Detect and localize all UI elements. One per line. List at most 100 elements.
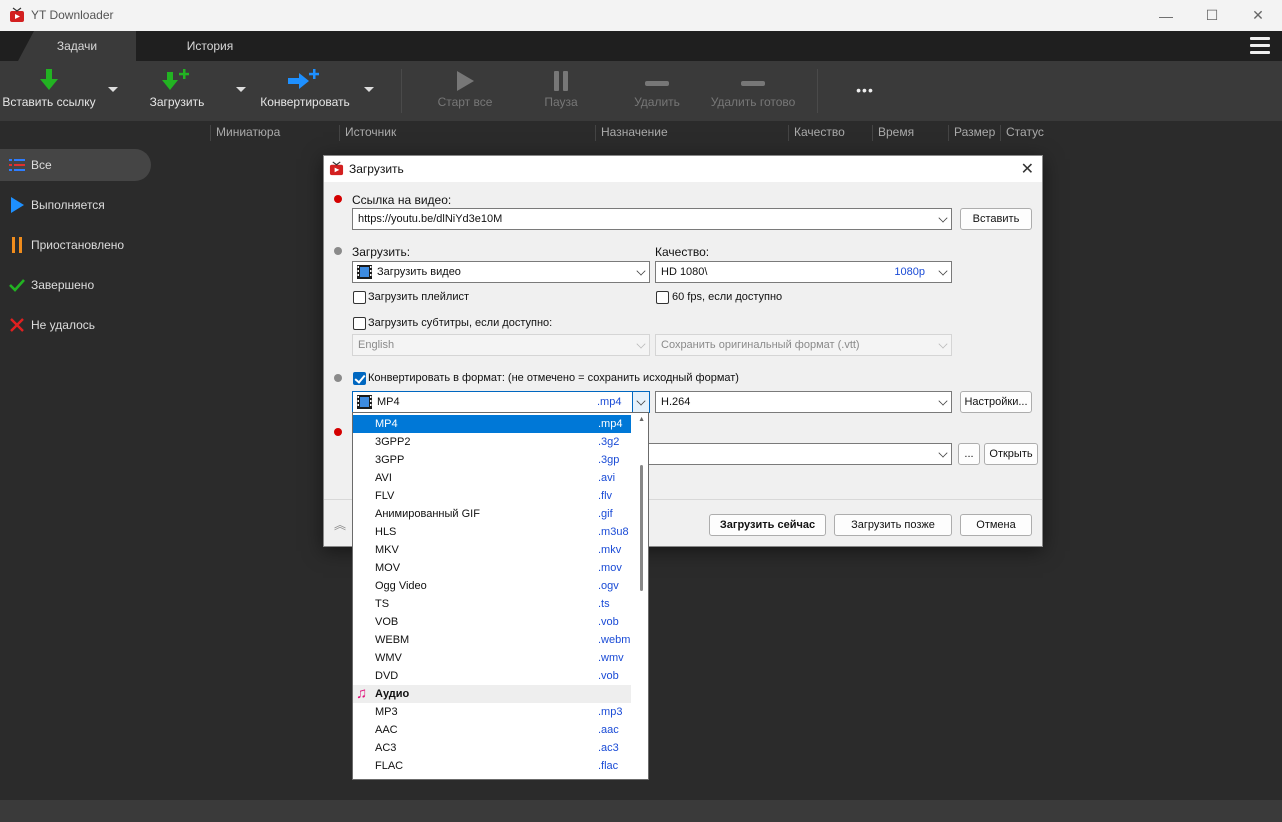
- tab-history[interactable]: История: [150, 31, 270, 61]
- format-ext: .mp4: [597, 396, 622, 408]
- codec-select[interactable]: H.264: [655, 391, 952, 413]
- tab-tasks[interactable]: Задачи: [18, 31, 136, 61]
- download-label: Загрузить: [149, 95, 205, 109]
- sidebar-item-completed[interactable]: Завершено: [0, 269, 151, 301]
- format-option[interactable]: Ogg Video .ogv: [353, 577, 631, 595]
- paste-button[interactable]: Вставить: [960, 208, 1032, 230]
- delete-done-button[interactable]: Удалить готово: [706, 61, 800, 121]
- format-option[interactable]: AC3 .ac3: [353, 739, 631, 757]
- format-option-ext: .avi: [598, 472, 616, 484]
- format-option[interactable]: VOB .vob: [353, 613, 631, 631]
- format-option-ext: .3gp: [598, 454, 620, 466]
- menu-icon[interactable]: [1250, 37, 1270, 55]
- col-quality[interactable]: Качество: [788, 125, 845, 141]
- sidebar-item-all[interactable]: Все: [0, 149, 151, 181]
- sidebar-item-paused[interactable]: Приостановлено: [0, 229, 151, 261]
- format-option[interactable]: 3GPP2 .3g2: [353, 433, 631, 451]
- col-status[interactable]: Статус: [1000, 125, 1044, 141]
- format-option[interactable]: TS .ts: [353, 595, 631, 613]
- format-option[interactable]: FLAC .flac: [353, 757, 631, 775]
- format-option-name: MOV: [375, 562, 401, 574]
- download-later-button[interactable]: Загрузить позже: [834, 514, 952, 536]
- format-option[interactable]: FLV .flv: [353, 487, 631, 505]
- format-option[interactable]: WMV .wmv: [353, 649, 631, 667]
- format-option[interactable]: 3GPP .3gp: [353, 451, 631, 469]
- close-window-button[interactable]: ✕: [1235, 0, 1281, 31]
- minus-done-icon: [741, 81, 765, 86]
- sidebar-item-failed[interactable]: Не удалось: [0, 309, 151, 341]
- col-destination[interactable]: Назначение: [595, 125, 668, 141]
- minimize-button[interactable]: —: [1143, 0, 1189, 31]
- settings-button[interactable]: Настройки...: [960, 391, 1032, 413]
- chevron-down-icon[interactable]: [938, 448, 948, 458]
- window-title: YT Downloader: [31, 8, 114, 22]
- convert-dropdown-arrow[interactable]: [364, 87, 374, 92]
- sidebar: Все Выполняется Приостановлено Завершено…: [0, 144, 154, 800]
- download-now-button[interactable]: Загрузить сейчас: [709, 514, 826, 536]
- minus-icon: [645, 81, 669, 86]
- convert-checkbox[interactable]: [353, 372, 366, 385]
- format-option-name: Ogg Video: [375, 580, 427, 592]
- subtitles-language-select: English: [352, 334, 650, 356]
- format-option[interactable]: AVI .avi: [353, 469, 631, 487]
- format-dropdown-list[interactable]: ▲ MP4 .mp4 3GPP2 .3g2 3GPP .3gp AVI .avi FLV .flv…: [352, 412, 649, 780]
- codec-value: H.264: [661, 396, 691, 408]
- download-button[interactable]: Загрузить: [146, 61, 208, 121]
- format-option[interactable]: MP4 .mp4: [353, 415, 631, 433]
- paste-link-button[interactable]: Вставить ссылку: [0, 61, 98, 121]
- format-option-ext: .flv: [598, 490, 613, 502]
- format-select[interactable]: MP4 .mp4: [352, 391, 650, 413]
- start-all-button[interactable]: Старт все: [430, 61, 500, 121]
- format-option[interactable]: Анимированный GIF .gif: [353, 505, 631, 523]
- collapse-icon[interactable]: ︽: [334, 516, 346, 533]
- pause-icon: [554, 71, 568, 91]
- chevron-down-icon[interactable]: [938, 266, 948, 276]
- app-logo-icon: [10, 7, 24, 22]
- col-thumbnail[interactable]: Миниатюра: [210, 125, 280, 141]
- dialog-title: Загрузить: [349, 162, 404, 176]
- col-time[interactable]: Время: [872, 125, 914, 141]
- format-option[interactable]: WEBM .webm: [353, 631, 631, 649]
- maximize-button[interactable]: ☐: [1189, 0, 1235, 31]
- download-type-select[interactable]: Загрузить видео: [352, 261, 650, 283]
- pause-button[interactable]: Пауза: [530, 61, 592, 121]
- fps-label: 60 fps, если доступно: [672, 291, 783, 303]
- format-option-ext: .mp3: [598, 706, 623, 718]
- format-option[interactable]: DVD .vob: [353, 667, 631, 685]
- format-option-name: MP3: [375, 706, 398, 718]
- quality-value: HD 1080\: [661, 266, 708, 278]
- more-button[interactable]: •••: [840, 61, 890, 121]
- subtitles-checkbox[interactable]: [353, 317, 366, 330]
- chevron-down-icon[interactable]: [938, 213, 948, 223]
- dropdown-scrollbar[interactable]: [640, 465, 643, 591]
- format-option[interactable]: MP3 .mp3: [353, 703, 631, 721]
- dialog-close-icon[interactable]: ✕: [1021, 159, 1034, 179]
- sidebar-item-in-progress[interactable]: Выполняется: [0, 189, 151, 221]
- open-folder-button[interactable]: Открыть: [984, 443, 1038, 465]
- format-option-name: 3GPP2: [375, 436, 411, 448]
- browse-button[interactable]: ...: [958, 443, 980, 465]
- chevron-down-icon[interactable]: [636, 266, 646, 276]
- col-source[interactable]: Источник: [339, 125, 396, 141]
- pause-icon: [9, 237, 25, 253]
- tab-history-label: История: [186, 39, 234, 53]
- url-combobox[interactable]: https://youtu.be/dlNiYd3e10M: [352, 208, 952, 230]
- delete-button[interactable]: Удалить: [626, 61, 688, 121]
- download-dropdown-arrow[interactable]: [236, 87, 246, 92]
- fps-checkbox[interactable]: [656, 291, 669, 304]
- format-option[interactable]: MKV .mkv: [353, 541, 631, 559]
- col-size[interactable]: Размер: [948, 125, 995, 141]
- toolbar-divider: [817, 69, 818, 113]
- playlist-checkbox[interactable]: [353, 291, 366, 304]
- scroll-up-icon[interactable]: ▲: [638, 416, 645, 423]
- format-option-ext: .mov: [598, 562, 622, 574]
- quality-select[interactable]: HD 1080\ 1080p: [655, 261, 952, 283]
- format-option[interactable]: AAC .aac: [353, 721, 631, 739]
- format-dropdown-toggle[interactable]: [632, 392, 649, 412]
- format-option[interactable]: HLS .m3u8: [353, 523, 631, 541]
- chevron-down-icon[interactable]: [938, 396, 948, 406]
- cancel-button[interactable]: Отмена: [960, 514, 1032, 536]
- paste-dropdown-arrow[interactable]: [108, 87, 118, 92]
- format-option[interactable]: MOV .mov: [353, 559, 631, 577]
- convert-button[interactable]: Конвертировать: [258, 61, 352, 121]
